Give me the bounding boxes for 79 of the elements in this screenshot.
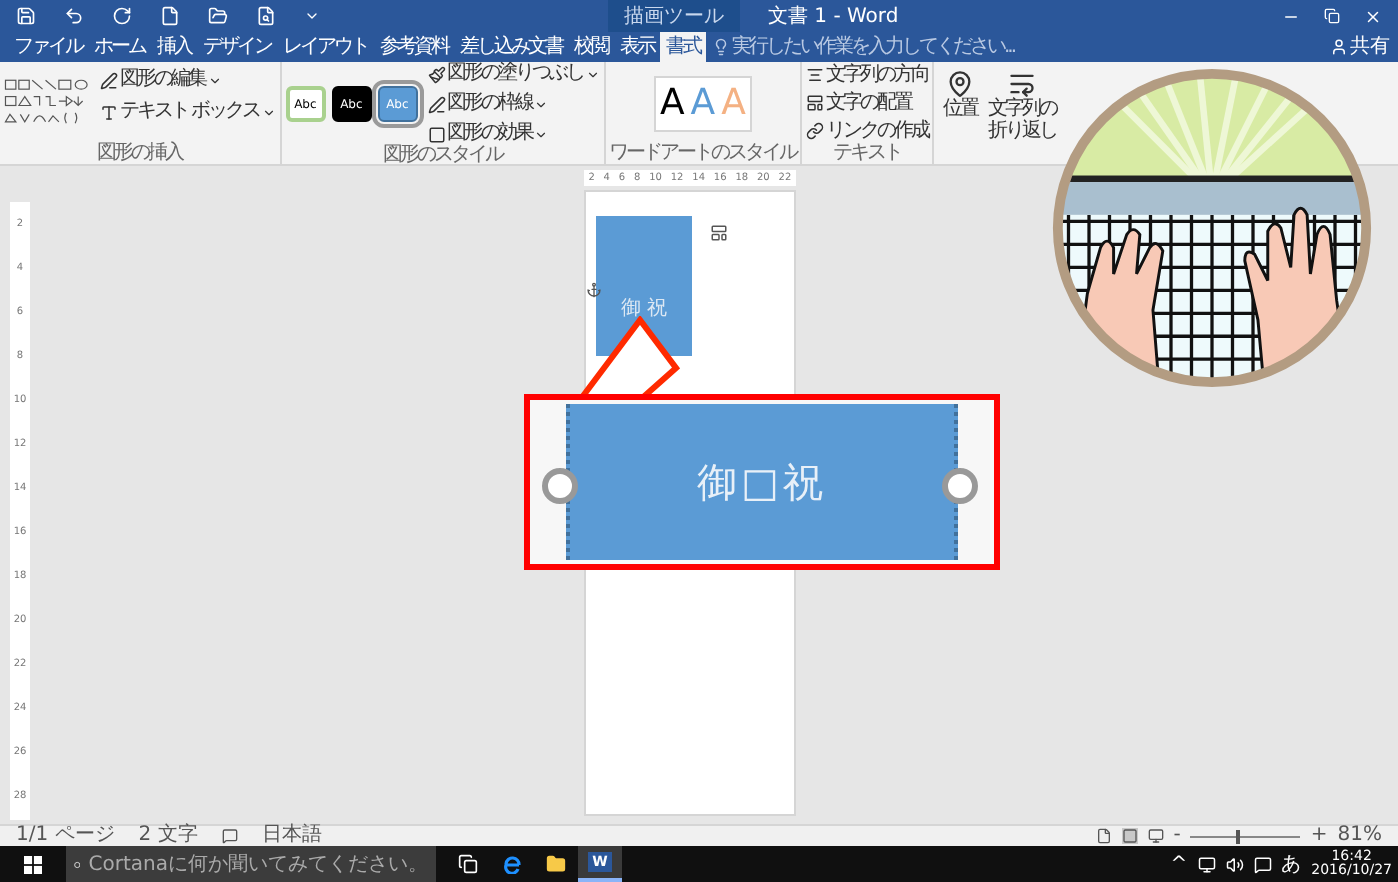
folder-icon[interactable] (208, 6, 228, 26)
tray-chevron[interactable]: ^ (1170, 849, 1188, 879)
ribbon-command[interactable]: 文字列の折り返し (986, 70, 1059, 164)
new-document-icon[interactable] (160, 6, 180, 26)
ribbon-tab[interactable]: 表示 (614, 32, 660, 62)
group-label: ワードアートのスタイル (609, 144, 797, 164)
fill-icon (427, 65, 446, 83)
ribbon-command[interactable]: 図形の枠線 (427, 90, 600, 118)
ribbon-command[interactable]: 文字列の方向 (806, 62, 929, 88)
shape-text: 御 祝 (620, 300, 668, 320)
close-icon[interactable] (1364, 7, 1382, 25)
ribbon-tab[interactable]: 差し込み文書 (454, 32, 568, 62)
ribbon-tab[interactable]: デザイン (197, 32, 277, 62)
text-direction-icon (806, 66, 825, 84)
ribbon-command[interactable]: 図形の効果 (427, 120, 600, 148)
layout-options-icon[interactable] (710, 224, 728, 242)
windows-logo-icon[interactable] (24, 855, 42, 873)
zoom-out-button[interactable]: - (1173, 826, 1181, 846)
undo-icon[interactable] (64, 6, 84, 26)
person-icon (1330, 38, 1348, 56)
caret-icon (585, 67, 600, 81)
ribbon-command[interactable]: テキスト ボックス (100, 98, 276, 126)
ribbon-command[interactable]: 図形の塗りつぶし (427, 60, 600, 88)
proofing-icon[interactable] (221, 828, 238, 844)
edge-icon (502, 854, 522, 874)
ribbon-command[interactable]: リンクの作成 (806, 118, 929, 144)
read-mode-icon[interactable] (1095, 828, 1112, 844)
group-label: テキスト (833, 144, 902, 164)
shape-text: 御□祝 (697, 456, 827, 510)
ribbon-tab[interactable]: ファイル (8, 32, 88, 62)
share-button[interactable]: 共有 (1330, 32, 1390, 62)
zoom-in-button[interactable]: + (1310, 826, 1328, 846)
ime-indicator[interactable]: あ (1281, 849, 1302, 879)
ribbon-command[interactable]: 文字の配置 (806, 90, 929, 116)
redo-icon[interactable] (112, 6, 132, 26)
group-label: 図形のスタイル (382, 146, 502, 166)
ribbon-command[interactable]: 図形の編集 (100, 66, 276, 94)
caret-icon (534, 127, 549, 141)
network-icon[interactable] (1197, 855, 1216, 873)
print-layout-icon[interactable] (1121, 828, 1138, 844)
link-icon (806, 122, 825, 140)
context-tab-group: 描画ツール (608, 0, 740, 32)
notification-icon[interactable] (1253, 855, 1272, 873)
ribbon-tab[interactable]: 挿入 (151, 32, 197, 62)
caret-icon (261, 105, 276, 119)
group-label: 図形の挿入 (97, 144, 183, 164)
folder-icon (546, 854, 566, 874)
zoom-thumb[interactable] (1236, 829, 1241, 843)
word-count: 2 文字 (138, 826, 198, 846)
caret-icon[interactable] (304, 8, 320, 24)
caret-icon (207, 73, 221, 87)
volume-icon[interactable] (1225, 855, 1244, 873)
wrap-text-icon (1008, 70, 1037, 98)
save-icon[interactable] (16, 6, 36, 26)
text-box-icon (100, 103, 118, 121)
page-count: 1/1 ページ (16, 826, 115, 846)
task-view-icon (458, 854, 478, 874)
ribbon-tab[interactable]: レイアウト (277, 32, 374, 62)
anchor-icon (586, 282, 602, 298)
zoom-percent[interactable]: 81% (1337, 826, 1382, 846)
restore-icon[interactable] (1324, 8, 1340, 24)
print-preview-icon[interactable] (256, 6, 276, 26)
window-title: 文書 1 - Word (768, 3, 899, 31)
ribbon-tab[interactable]: 校閲 (568, 32, 614, 62)
wordart-style[interactable]: A (659, 77, 685, 129)
ribbon-command[interactable]: 位置 (938, 70, 983, 164)
tell-me-field[interactable]: 実行したい作業を入力してください... (712, 32, 1015, 62)
ribbon-tab[interactable]: 参考資料 (374, 32, 454, 62)
ribbon-tab[interactable]: ホーム (88, 32, 151, 62)
lightbulb-icon (712, 38, 730, 56)
edit-shape-icon (100, 71, 118, 89)
position-icon (946, 70, 975, 98)
effects-icon (427, 125, 446, 143)
cortana-search-field[interactable]: Cortanaに何か聞いてみてください。 (66, 846, 436, 882)
caret-icon (534, 97, 549, 111)
ribbon-tab[interactable]: 書式 (660, 32, 706, 62)
web-layout-icon[interactable] (1147, 828, 1164, 844)
outline-icon (427, 95, 446, 113)
language: 日本語 (261, 826, 322, 846)
